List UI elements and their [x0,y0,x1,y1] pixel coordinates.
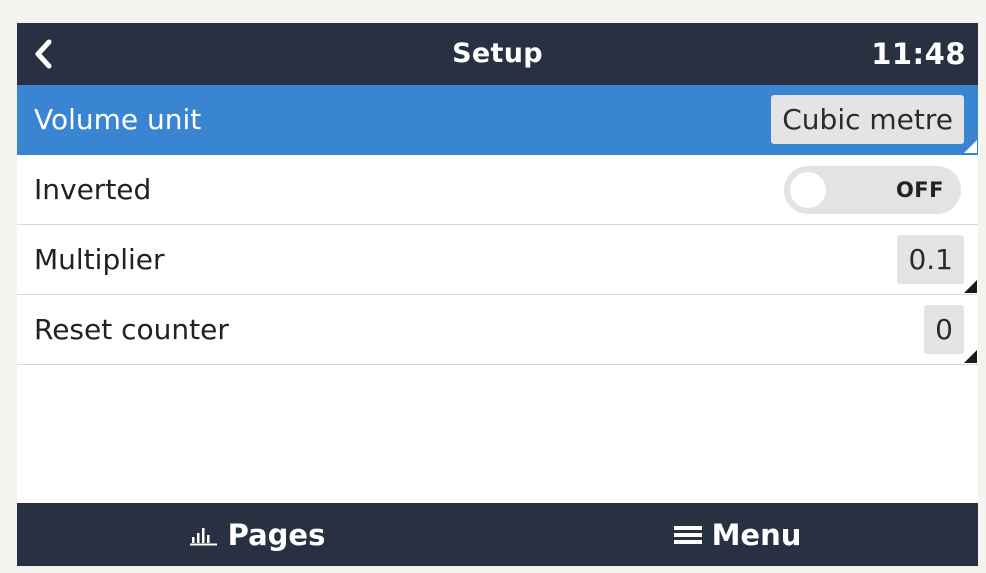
pages-label: Pages [227,517,326,552]
header-bar: Setup 11:48 [17,23,978,85]
menu-label: Menu [711,517,802,552]
settings-list: Volume unit Cubic metre Inverted OFF Mul… [17,85,978,365]
device-screen: Setup 11:48 Volume unit Cubic metre Inve… [17,23,978,566]
editable-corner-marker [964,280,977,293]
page-title: Setup [452,38,543,69]
setting-label: Volume unit [34,103,202,136]
editable-corner-marker [964,350,977,363]
setting-row-inverted[interactable]: Inverted OFF [17,155,978,225]
footer-bar: Pages Menu [17,503,978,566]
volume-unit-select[interactable]: Cubic metre [771,95,964,144]
hamburger-menu-icon [673,523,703,547]
setting-label: Inverted [34,173,152,206]
setting-row-reset-counter[interactable]: Reset counter 0 [17,295,978,365]
setting-label: Reset counter [34,313,229,346]
clock: 11:48 [871,37,966,71]
editable-corner-marker [964,140,977,153]
toggle-state-label: OFF [895,178,944,202]
pages-button[interactable]: Pages [17,503,497,566]
setting-row-volume-unit[interactable]: Volume unit Cubic metre [17,85,978,155]
inverted-toggle[interactable]: OFF [784,166,961,214]
menu-button[interactable]: Menu [497,503,977,566]
toggle-knob [790,172,826,208]
multiplier-spinbox[interactable]: 0.1 [897,235,964,284]
bar-chart-icon [189,524,219,546]
reset-counter-spinbox[interactable]: 0 [924,305,964,354]
setting-row-multiplier[interactable]: Multiplier 0.1 [17,225,978,295]
setting-label: Multiplier [34,243,165,276]
